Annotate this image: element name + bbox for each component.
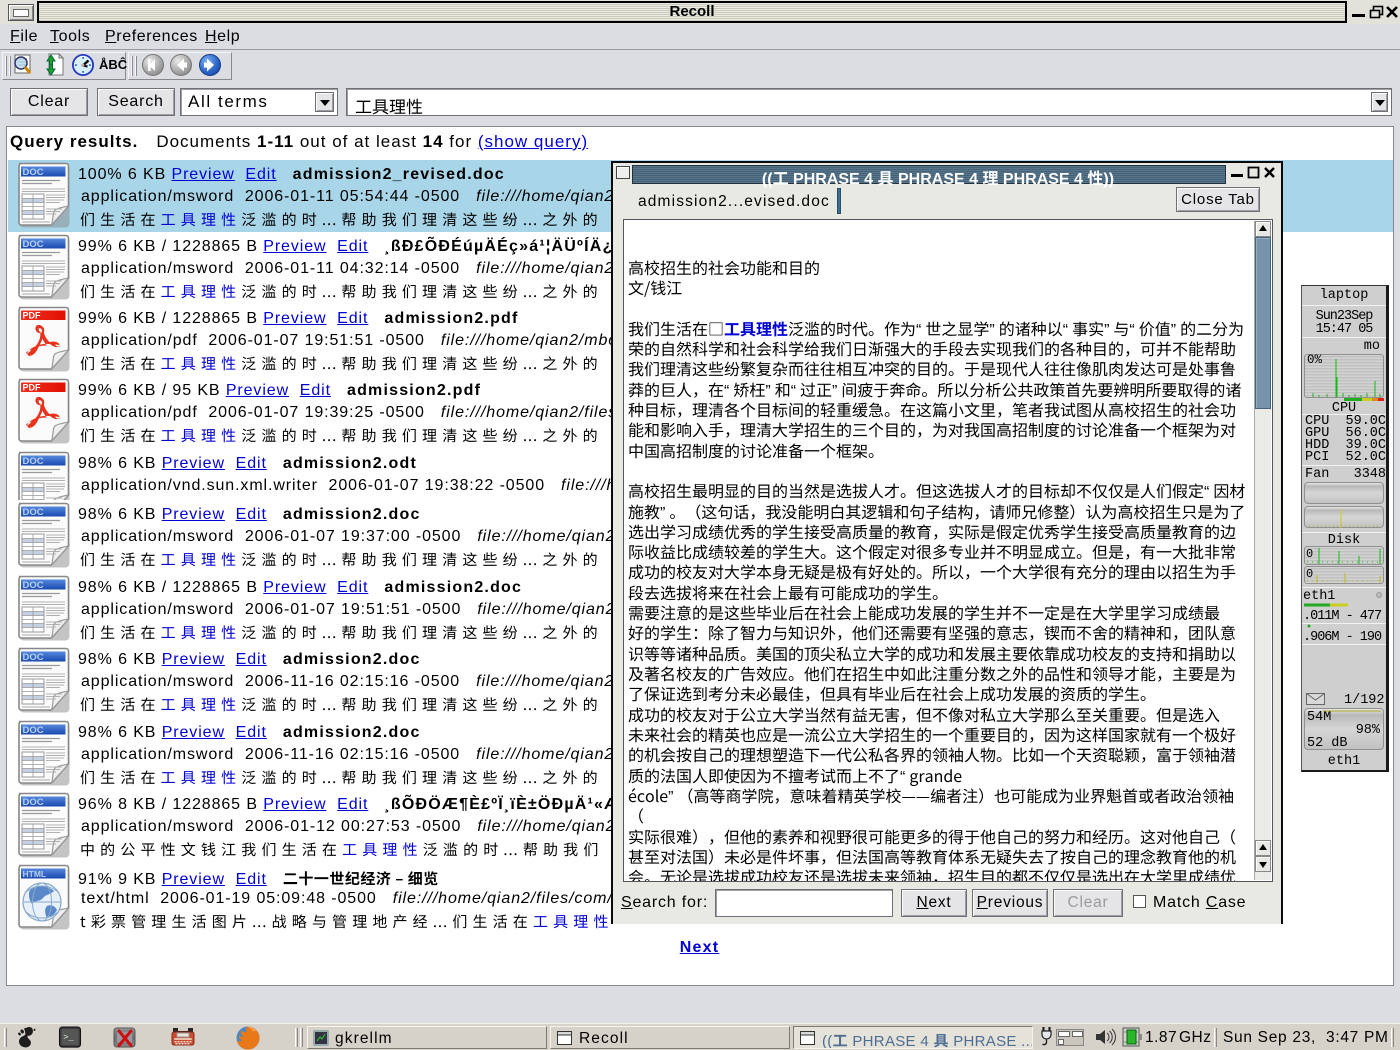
svg-text:DOC: DOC [23, 652, 44, 663]
svg-text:PDF: PDF [23, 311, 42, 321]
svg-text:DOC: DOC [23, 580, 44, 591]
svg-text:DOC: DOC [23, 507, 44, 518]
svg-text:DOC: DOC [23, 456, 44, 467]
svg-text:DOC: DOC [23, 239, 44, 250]
svg-text:DOC: DOC [23, 725, 44, 736]
svg-text:PDF: PDF [23, 383, 42, 393]
svg-text:HTML: HTML [23, 869, 47, 879]
svg-text:>_: >_ [63, 1032, 74, 1042]
svg-text:DOC: DOC [23, 167, 44, 178]
svg-text:DOC: DOC [23, 797, 44, 808]
